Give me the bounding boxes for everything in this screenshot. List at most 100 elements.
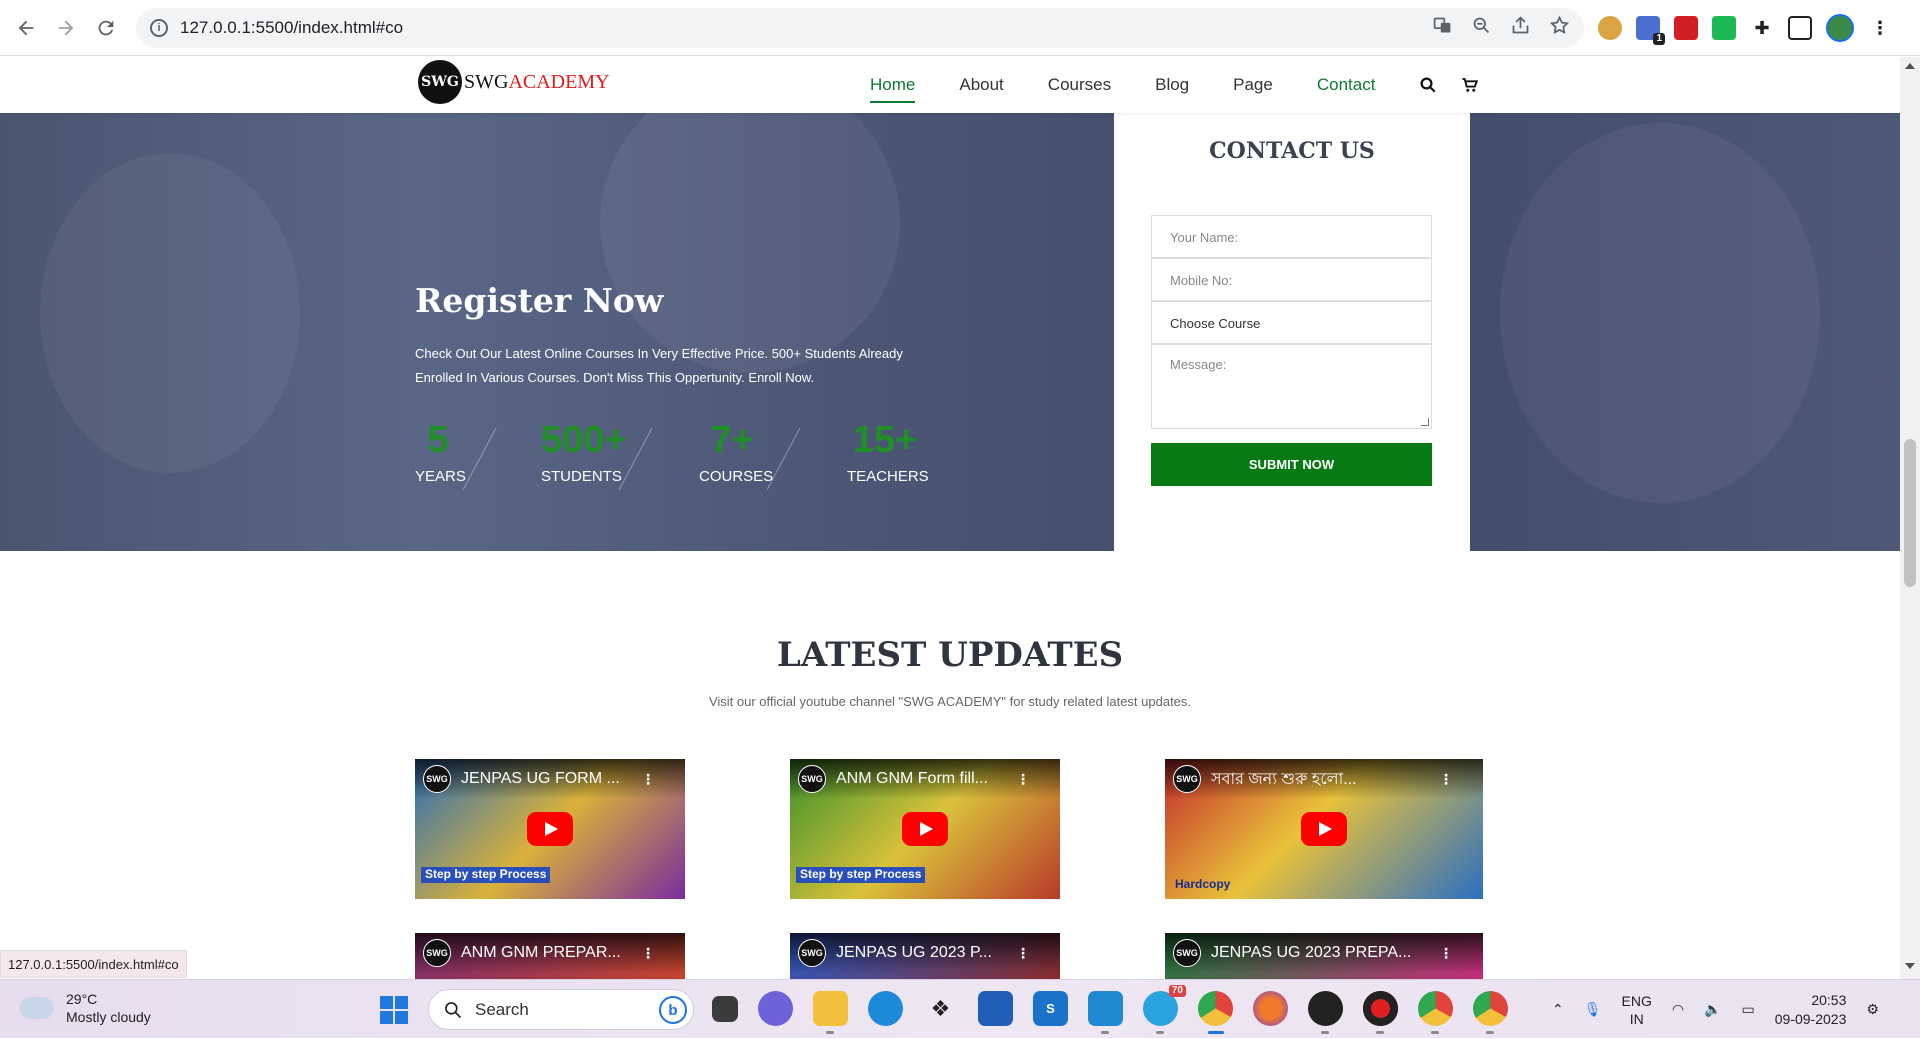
- file-explorer-icon[interactable]: [813, 991, 848, 1034]
- app-s-icon[interactable]: S: [1033, 991, 1068, 1026]
- menu-blog[interactable]: Blog: [1155, 75, 1189, 95]
- video-thumb-text: Hardcopy: [1175, 877, 1231, 891]
- video-title: ANM GNM Form fill...: [836, 770, 988, 787]
- stat-divider: [617, 418, 699, 488]
- menu-kebab-icon[interactable]: ⋮: [1868, 16, 1892, 40]
- stat-courses: 7+ COURSES: [699, 418, 773, 488]
- profile-avatar[interactable]: [1826, 14, 1854, 42]
- media-player-icon[interactable]: [1308, 991, 1343, 1034]
- stat-years: 5 YEARS: [415, 418, 466, 488]
- mobile-field[interactable]: Mobile No:: [1151, 258, 1432, 301]
- bookmark-star-icon[interactable]: [1549, 15, 1570, 41]
- video-card[interactable]: SWG JENPAS UG 2023 P... ⋮: [790, 933, 1060, 979]
- updates-title: LATEST UPDATES: [776, 635, 1124, 675]
- video-more-icon[interactable]: ⋮: [1439, 771, 1453, 788]
- vscode-icon[interactable]: [1088, 991, 1123, 1034]
- name-field[interactable]: Your Name:: [1151, 215, 1432, 258]
- translate-icon[interactable]: [1432, 15, 1453, 41]
- menu-home[interactable]: Home: [870, 75, 916, 103]
- extensions-puzzle-icon[interactable]: ✚: [1750, 16, 1774, 40]
- site-info-icon[interactable]: i: [150, 19, 168, 37]
- recorder-icon[interactable]: [1363, 991, 1398, 1034]
- menu-courses[interactable]: Courses: [1048, 75, 1111, 95]
- cart-icon[interactable]: [1461, 75, 1481, 95]
- main-menu: Home About Courses Blog Page Contact: [870, 57, 1503, 113]
- side-panel-icon[interactable]: [1788, 16, 1812, 40]
- chrome-profile-icon[interactable]: [1418, 991, 1453, 1034]
- chrome-profile-2-icon[interactable]: [1473, 991, 1508, 1034]
- contact-title: CONTACT US: [1209, 138, 1375, 164]
- stat-number: 5: [427, 419, 449, 461]
- scroll-down-icon[interactable]: [1905, 963, 1915, 969]
- menu-page[interactable]: Page: [1233, 75, 1273, 95]
- hero-description: Check Out Our Latest Online Courses In V…: [415, 346, 903, 385]
- video-thumb-text: Step by step Process: [796, 867, 926, 883]
- stat-number: 500+: [541, 419, 627, 461]
- menu-about[interactable]: About: [959, 75, 1003, 95]
- share-icon[interactable]: [1510, 15, 1531, 41]
- submit-button[interactable]: SUBMIT NOW: [1151, 443, 1432, 486]
- windows-start-icon[interactable]: [380, 996, 408, 1024]
- video-card[interactable]: SWG ANM GNM PREPAR... ⋮: [415, 933, 685, 979]
- address-bar[interactable]: i 127.0.0.1:5500/index.html#co: [136, 8, 1584, 48]
- resize-handle-icon[interactable]: [1421, 418, 1429, 426]
- wifi-icon[interactable]: ◠: [1672, 1001, 1684, 1018]
- store-icon[interactable]: [978, 991, 1013, 1026]
- video-card[interactable]: Step by step Process SWG ANM GNM Form fil…: [790, 759, 1060, 899]
- scroll-up-icon[interactable]: [1905, 63, 1915, 69]
- message-field[interactable]: Message:: [1151, 344, 1432, 429]
- video-more-icon[interactable]: ⋮: [641, 945, 655, 962]
- course-select[interactable]: Choose Course: [1151, 301, 1432, 344]
- video-card[interactable]: SWG JENPAS UG 2023 PREPA... ⋮: [1165, 933, 1483, 979]
- green-extension-icon[interactable]: [1712, 16, 1736, 40]
- site-logo[interactable]: SWG SWGACADEMY: [418, 60, 610, 104]
- teams-chat-icon[interactable]: [758, 991, 793, 1026]
- link-extension-icon[interactable]: 1: [1636, 16, 1665, 45]
- video-more-icon[interactable]: ⋮: [1016, 771, 1030, 788]
- battery-icon[interactable]: ▭: [1742, 1001, 1755, 1018]
- chrome-icon[interactable]: [1198, 991, 1233, 1034]
- edge-icon[interactable]: [868, 991, 903, 1026]
- weather-widget[interactable]: 29°C Mostly cloudy: [16, 989, 151, 1026]
- notifications-icon[interactable]: ⚙: [1866, 1001, 1879, 1018]
- telegram-icon[interactable]: 70: [1143, 985, 1186, 1034]
- clock-date: 09-09-2023: [1774, 1010, 1847, 1027]
- search-label: Search: [475, 999, 529, 1019]
- taskbar-search[interactable]: Search b: [428, 989, 694, 1030]
- video-more-icon[interactable]: ⋮: [1439, 945, 1453, 962]
- weather-condition: Mostly cloudy: [66, 1009, 151, 1025]
- menu-contact[interactable]: Contact: [1317, 75, 1376, 95]
- bing-icon[interactable]: b: [659, 996, 687, 1024]
- channel-avatar: SWG: [423, 939, 451, 967]
- video-card[interactable]: Hardcopy SWG সবার জন্য শুরু হলো... ⋮: [1165, 759, 1483, 899]
- page-scrollbar[interactable]: [1900, 57, 1920, 979]
- cookie-extension-icon[interactable]: [1598, 16, 1622, 40]
- stat-teachers: 15+ TEACHERS: [847, 418, 929, 488]
- scroll-thumb[interactable]: [1904, 439, 1916, 587]
- task-view-icon[interactable]: [712, 996, 738, 1022]
- contact-form-card: CONTACT US Your Name: Mobile No: Choose …: [1114, 113, 1470, 551]
- pdf-extension-icon[interactable]: [1674, 16, 1698, 40]
- reload-icon[interactable]: [86, 8, 126, 48]
- show-hidden-icons-chevron-icon[interactable]: ⌃: [1552, 1001, 1564, 1018]
- play-icon[interactable]: [527, 812, 573, 846]
- dropbox-icon[interactable]: ❖: [923, 991, 958, 1026]
- zoom-icon[interactable]: [1471, 15, 1492, 41]
- search-icon: [445, 1001, 462, 1018]
- url-text: 127.0.0.1:5500/index.html#co: [180, 18, 404, 37]
- play-icon[interactable]: [902, 812, 948, 846]
- updates-subtitle: Visit our official youtube channel "SWG …: [708, 694, 1192, 709]
- search-icon[interactable]: [1419, 75, 1439, 95]
- volume-muted-icon[interactable]: 🔈: [1704, 1001, 1721, 1018]
- firefox-icon[interactable]: [1253, 991, 1288, 1026]
- video-title: JENPAS UG 2023 PREPA...: [1211, 944, 1412, 961]
- microphone-icon[interactable]: 🎙: [1584, 1001, 1602, 1018]
- video-card[interactable]: Step by step Process SWG JENPAS UG FORM .…: [415, 759, 685, 899]
- forward-icon[interactable]: [46, 8, 86, 48]
- back-icon[interactable]: [6, 8, 46, 48]
- video-more-icon[interactable]: ⋮: [1016, 945, 1030, 962]
- play-icon[interactable]: [1301, 812, 1347, 846]
- language-indicator[interactable]: ENG IN: [1622, 992, 1652, 1028]
- clock[interactable]: 20:53 09-09-2023: [1775, 991, 1847, 1029]
- video-more-icon[interactable]: ⋮: [641, 771, 655, 788]
